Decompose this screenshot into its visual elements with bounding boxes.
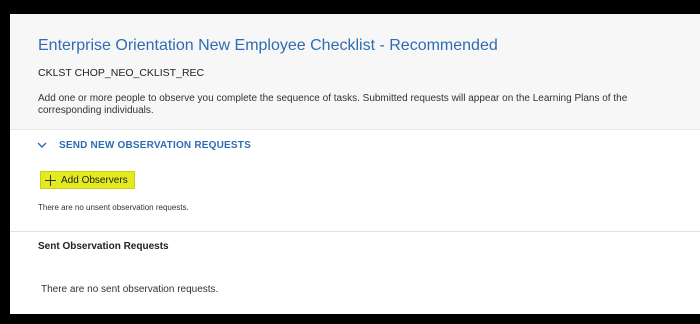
sent-requests-title: Sent Observation Requests — [38, 241, 169, 252]
checklist-header: Enterprise Orientation New Employee Chec… — [10, 14, 700, 130]
send-new-requests-label: SEND NEW OBSERVATION REQUESTS — [59, 140, 251, 151]
section-divider — [10, 231, 700, 232]
checklist-panel: Enterprise Orientation New Employee Chec… — [10, 14, 700, 314]
checklist-title: Enterprise Orientation New Employee Chec… — [38, 37, 498, 54]
sent-requests-empty-message: There are no sent observation requests. — [41, 284, 219, 295]
unsent-requests-empty-message: There are no unsent observation requests… — [38, 203, 189, 212]
add-observers-label: Add Observers — [61, 174, 128, 186]
checklist-code: CKLST CHOP_NEO_CKLIST_REC — [38, 67, 205, 79]
checklist-description: Add one or more people to observe you co… — [38, 93, 628, 116]
chevron-down-icon — [37, 141, 49, 151]
send-new-requests-toggle[interactable]: SEND NEW OBSERVATION REQUESTS — [37, 140, 251, 151]
add-observers-button[interactable]: Add Observers — [40, 171, 135, 189]
plus-icon — [45, 174, 56, 186]
